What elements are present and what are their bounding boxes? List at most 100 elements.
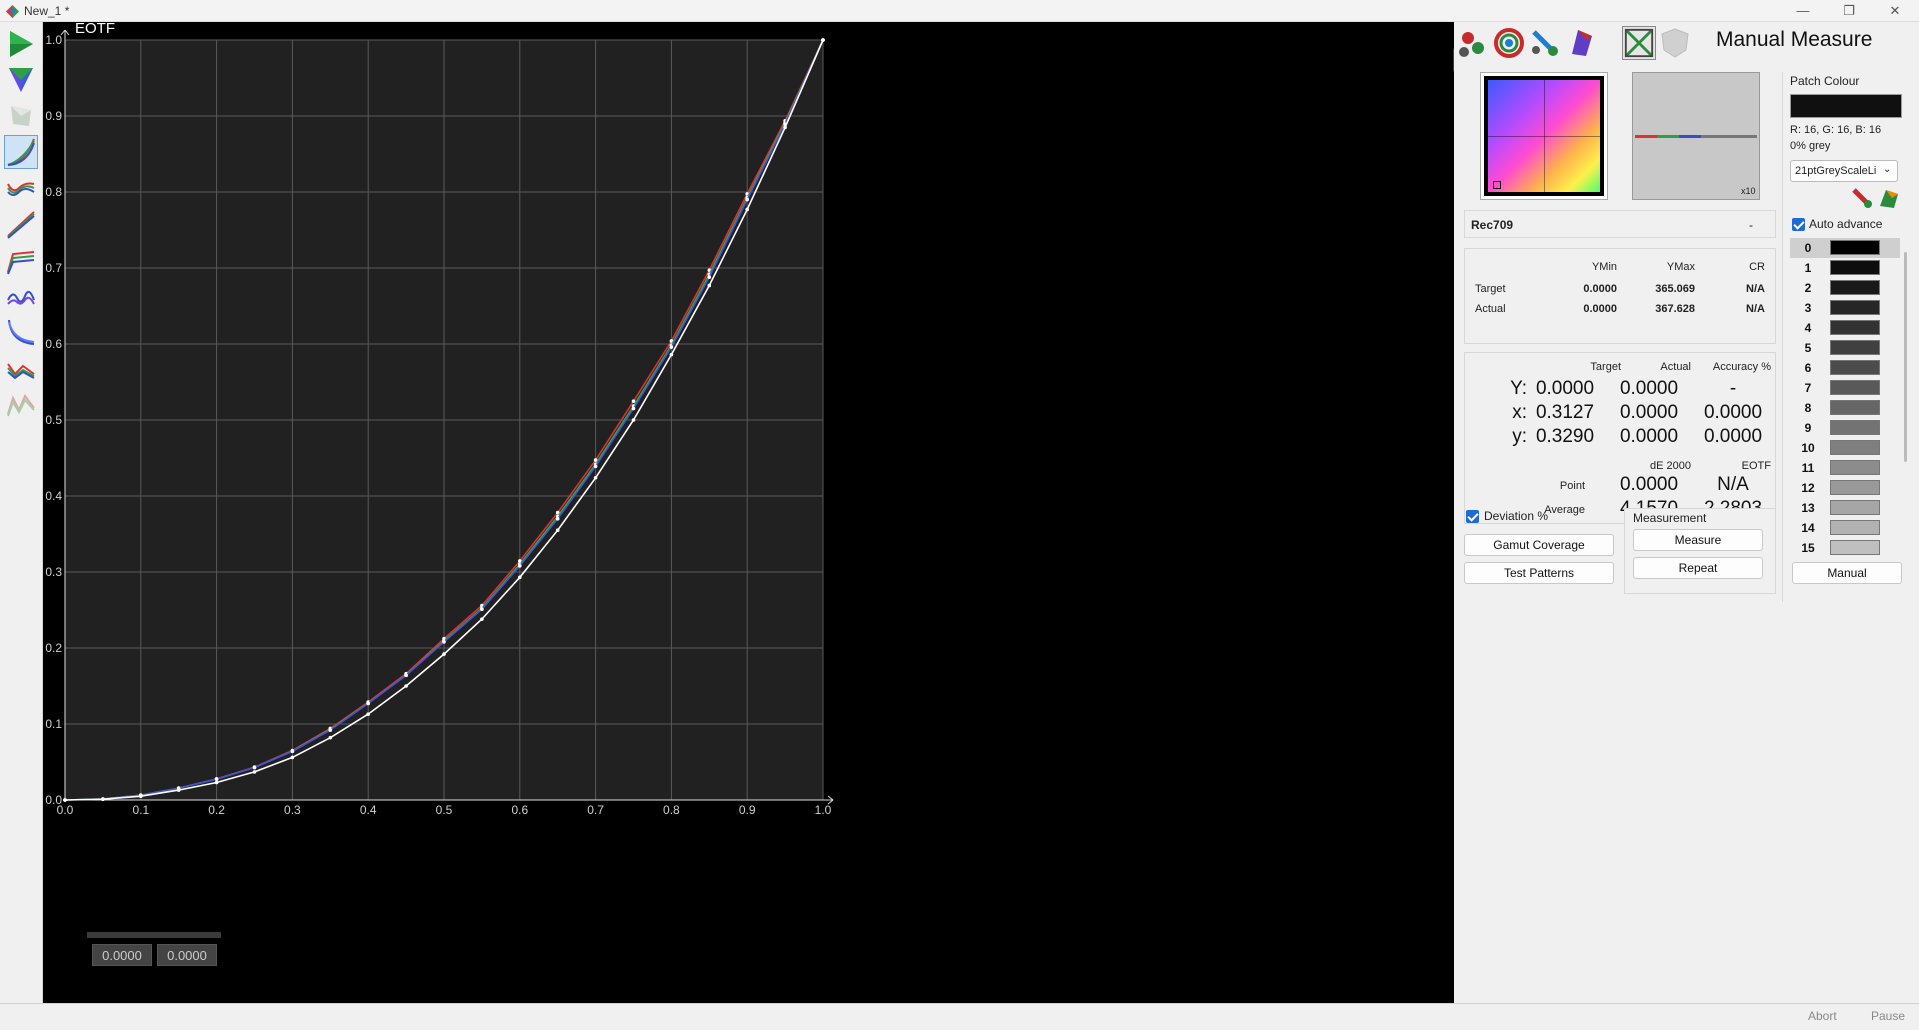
patch-number: 13 (1801, 501, 1815, 515)
patch-swatch (1830, 380, 1880, 395)
y-tick-label: 0.5 (45, 413, 62, 427)
shield-icon[interactable] (1658, 26, 1692, 60)
data-point (745, 197, 749, 202)
faded-curve-icon[interactable] (4, 387, 38, 421)
data-point (631, 418, 636, 422)
deviation-checkbox[interactable] (1466, 510, 1479, 523)
probe-icon[interactable] (1528, 26, 1562, 60)
patch-swatch (1830, 460, 1880, 475)
x-tick-label: 0.7 (587, 803, 604, 817)
repeat-button[interactable]: Repeat (1633, 557, 1763, 579)
gamut-preview[interactable] (1480, 72, 1608, 200)
patch-number: 0 (1804, 241, 1812, 255)
x-tick-label: 1.0 (815, 803, 832, 817)
patch-desc-text: 0% grey (1790, 140, 1831, 152)
deviation-label: Deviation % (1484, 509, 1549, 523)
patch-swatch (1830, 320, 1880, 335)
header-cr: CR (1749, 261, 1765, 273)
patch-row[interactable]: 11 (1790, 458, 1900, 478)
cursor-y-value: 0.0000 (157, 944, 217, 966)
close-box-icon[interactable] (1622, 26, 1656, 60)
pause-button[interactable]: Pause (1871, 1009, 1905, 1023)
patch-row[interactable]: 10 (1790, 438, 1900, 458)
patch-number: 4 (1804, 321, 1812, 335)
data-point (252, 770, 257, 774)
patch-swatch (1830, 340, 1880, 355)
data-point (593, 464, 598, 469)
y-tick-label: 1.0 (45, 33, 62, 47)
patch-row[interactable]: 15 (1790, 538, 1900, 558)
target-cr: N/A (1746, 283, 1765, 295)
patch-row[interactable]: 13 (1790, 498, 1900, 518)
patch-row[interactable]: 9 (1790, 418, 1900, 438)
patch-row[interactable]: 2 (1790, 278, 1900, 298)
patch-swatch (1830, 440, 1880, 455)
patch-row[interactable]: 1 (1790, 258, 1900, 278)
data-point (328, 735, 333, 740)
target-icon[interactable] (1492, 26, 1526, 60)
cie-diagram-icon[interactable] (4, 27, 38, 61)
minimize-button[interactable]: — (1780, 0, 1826, 22)
x-tick-label: 0.8 (663, 803, 680, 817)
grayscale-preview[interactable]: x10 (1632, 72, 1760, 200)
luminance-curve-icon[interactable] (4, 315, 38, 349)
header-eotf: EOTF (1741, 460, 1771, 472)
patch-colour-label: Patch Colour (1790, 74, 1860, 88)
patch-row[interactable]: 14 (1790, 518, 1900, 538)
target-row-label: Target (1475, 283, 1506, 295)
patch-set-select[interactable]: 21ptGreyScaleLi ⌄ (1790, 160, 1898, 182)
data-point (480, 617, 484, 621)
y-tick-label: 0.3 (45, 565, 62, 579)
eotf-steps-icon[interactable] (4, 243, 38, 277)
patch-swatch (1830, 240, 1880, 255)
patch-number: 3 (1804, 301, 1812, 315)
measure-button[interactable]: Measure (1633, 529, 1763, 551)
patch-row[interactable]: 8 (1790, 398, 1900, 418)
probe-small-icon[interactable] (1850, 186, 1874, 210)
test-patterns-button[interactable]: Test Patterns (1464, 562, 1614, 584)
y-tick-label: 0.8 (45, 185, 62, 199)
meter-small-icon[interactable] (1876, 186, 1900, 210)
patch-swatch (1830, 540, 1880, 555)
data-point (176, 788, 181, 792)
patch-row[interactable]: 6 (1790, 358, 1900, 378)
abort-button[interactable]: Abort (1808, 1009, 1837, 1023)
chevron-down-icon: ⌄ (1883, 164, 1892, 175)
target-ymax: 365.069 (1655, 283, 1695, 295)
manual-button[interactable]: Manual (1792, 562, 1902, 584)
patch-row[interactable]: 5 (1790, 338, 1900, 358)
data-point (442, 640, 446, 644)
actual-row-label: Actual (1475, 303, 1506, 315)
data-point (480, 607, 484, 612)
x-tick-label: 0.4 (360, 803, 377, 817)
multi-curve-icon[interactable] (4, 351, 38, 385)
y-tick-label: 0.2 (45, 641, 62, 655)
summary-table: YMin YMax CR Target 0.0000 365.069 N/A A… (1464, 248, 1776, 344)
rgb-curves-icon[interactable] (4, 135, 38, 169)
patch-row[interactable]: 4 (1790, 318, 1900, 338)
patch-list-scrollbar[interactable] (1904, 252, 1907, 462)
gamut-triangle-icon[interactable] (4, 63, 38, 97)
auto-advance-checkbox[interactable] (1792, 218, 1805, 231)
dE-wave-icon[interactable] (4, 279, 38, 313)
gamut-3d-icon[interactable] (4, 99, 38, 133)
patch-row[interactable]: 7 (1790, 378, 1900, 398)
gamma-lines-icon[interactable] (4, 207, 38, 241)
meter-icon[interactable] (1564, 26, 1598, 60)
patch-list: 0 1 2 3 4 5 6 7 8 9 10 11 12 13 14 15 (1790, 238, 1900, 570)
colorspace-label: Rec709 (1471, 218, 1514, 232)
close-window-button[interactable]: ✕ (1872, 0, 1918, 22)
rgb-balance-icon[interactable] (4, 171, 38, 205)
gamut-coverage-button[interactable]: Gamut Coverage (1464, 534, 1614, 556)
patch-row[interactable]: 12 (1790, 478, 1900, 498)
cursor-readout-handle[interactable] (87, 932, 221, 938)
patch-number: 6 (1804, 361, 1812, 375)
data-point (745, 207, 749, 212)
measure-devices-icon[interactable] (1456, 26, 1490, 60)
restore-button[interactable]: ❐ (1826, 0, 1872, 22)
patch-swatch (1830, 260, 1880, 275)
patch-row[interactable]: 3 (1790, 298, 1900, 318)
data-point (366, 701, 371, 706)
x-tick-label: 0.1 (132, 803, 149, 817)
patch-row[interactable]: 0 (1790, 238, 1900, 258)
